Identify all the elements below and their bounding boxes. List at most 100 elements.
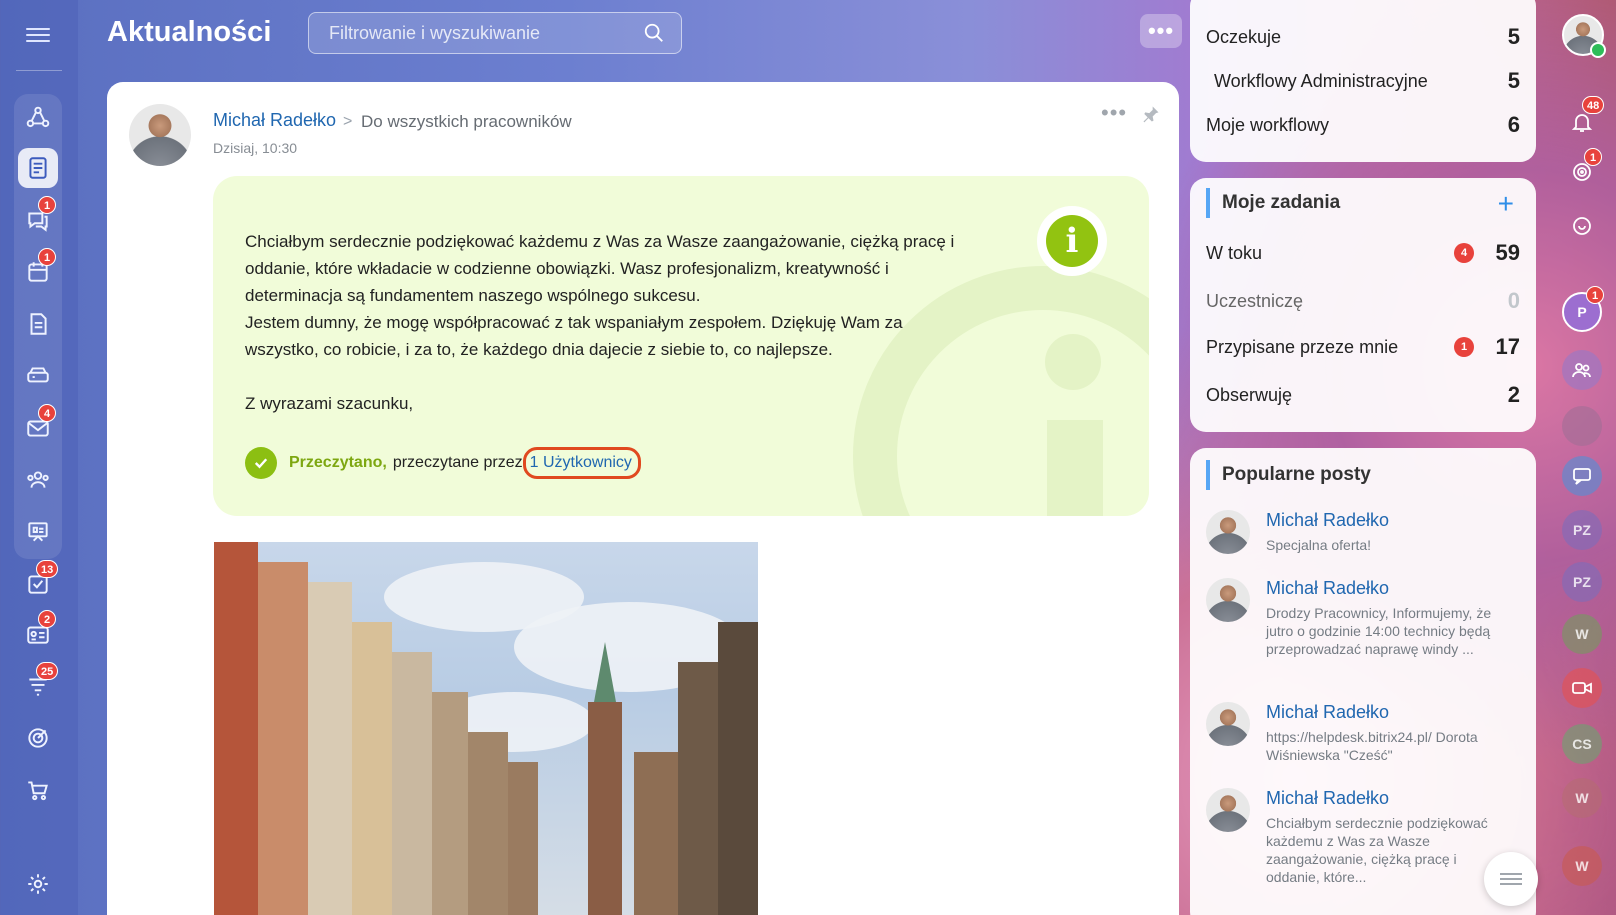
post-date[interactable]: Dzisiaj, 10:30 xyxy=(213,140,297,156)
chat-avatar[interactable] xyxy=(1562,406,1602,446)
drive-icon xyxy=(27,367,49,383)
workflow-row-waiting[interactable]: Oczekuje 5 xyxy=(1206,22,1520,52)
popular-post-text[interactable]: Specjalna oferta! xyxy=(1266,536,1506,554)
task-row-in-progress[interactable]: W toku 4 59 xyxy=(1206,238,1520,268)
sidebar-item-collaboration[interactable] xyxy=(18,98,58,138)
task-row-label: W toku xyxy=(1206,242,1263,263)
menu-icon[interactable] xyxy=(26,24,50,44)
video-camera-icon xyxy=(1572,682,1592,694)
task-row-participating[interactable]: Uczestniczę 0 xyxy=(1206,286,1520,316)
sidebar-item-documents[interactable] xyxy=(18,304,58,344)
add-task-button[interactable]: + xyxy=(1498,188,1514,220)
popular-post-author[interactable]: Michał Radełko xyxy=(1266,702,1389,723)
post-paragraph: Jestem dumny, że mogę współpracować z ta… xyxy=(245,313,903,359)
search-input[interactable] xyxy=(309,13,609,53)
automation-badge: 25 xyxy=(36,662,59,680)
chat-initials: W xyxy=(1575,626,1589,642)
video-call[interactable] xyxy=(1562,668,1602,708)
network-icon xyxy=(26,106,50,128)
chat-w[interactable]: W xyxy=(1562,614,1602,654)
avatar[interactable] xyxy=(1206,510,1250,554)
sidebar-item-settings[interactable] xyxy=(18,864,58,904)
mail-badge: 4 xyxy=(38,404,56,422)
presentation-icon xyxy=(28,522,48,542)
tasks-badge: 13 xyxy=(36,560,59,578)
notifications-button[interactable]: 48 xyxy=(1562,96,1605,142)
read-label: Przeczytano, xyxy=(289,454,387,471)
photo-building xyxy=(468,732,508,915)
goals-button[interactable]: 1 xyxy=(1562,148,1602,192)
messenger-badge: 1 xyxy=(38,196,56,214)
sidebar-item-automation[interactable]: 25 xyxy=(18,662,59,706)
photo-building xyxy=(432,692,468,915)
task-row-count: 59 xyxy=(1495,240,1520,265)
sidebar-item-mail[interactable]: 4 xyxy=(18,404,58,448)
workflow-row-mine[interactable]: Moje workflowy 6 xyxy=(1206,110,1520,140)
workflow-count: 5 xyxy=(1507,68,1520,93)
search-box[interactable] xyxy=(308,12,682,54)
chat-cs[interactable]: CS xyxy=(1562,724,1602,764)
chat-initials: PZ xyxy=(1573,522,1591,538)
more-options-button[interactable]: ••• xyxy=(1140,14,1182,48)
search-icon[interactable] xyxy=(643,22,665,44)
workflows-widget: Oczekuje 5 Workflowy Administracyjne 5 M… xyxy=(1190,0,1536,162)
sidebar-divider xyxy=(16,70,62,71)
popular-post-author[interactable]: Michał Radełko xyxy=(1266,578,1389,599)
info-icon: i xyxy=(1037,206,1107,276)
popular-post-author[interactable]: Michał Radełko xyxy=(1266,788,1389,809)
popular-post-text[interactable]: Drodzy Pracownicy, Informujemy, że jutro… xyxy=(1266,604,1506,658)
chat-w[interactable]: W xyxy=(1562,846,1602,886)
sidebar-item-employees[interactable] xyxy=(18,460,58,500)
post-destination[interactable]: Do wszystkich pracowników xyxy=(361,112,572,132)
my-tasks-widget: Moje zadania + W toku 4 59 Uczestniczę 0… xyxy=(1190,178,1536,432)
popular-posts-title: Popularne posty xyxy=(1206,460,1371,490)
photo-town-hall-tower xyxy=(588,702,622,915)
read-users-link[interactable]: 1 Użytkownicy xyxy=(522,447,641,479)
chat-pz[interactable]: PZ xyxy=(1562,510,1602,550)
list-menu-button[interactable] xyxy=(1484,852,1538,906)
general-chat[interactable] xyxy=(1562,456,1602,496)
task-row-assigned-by-me[interactable]: Przypisane przeze mnie 1 17 xyxy=(1206,332,1520,362)
task-row-following[interactable]: Obserwuję 2 xyxy=(1206,380,1520,410)
popular-post-author[interactable]: Michał Radełko xyxy=(1266,510,1389,531)
avatar[interactable] xyxy=(1206,702,1250,746)
post-signature: Z wyrazami szacunku, xyxy=(245,394,414,413)
avatar[interactable] xyxy=(1206,578,1250,622)
sidebar-item-calendar[interactable]: 1 xyxy=(18,248,58,292)
chat-w[interactable]: W xyxy=(1562,778,1602,818)
author-avatar[interactable] xyxy=(129,104,191,166)
post-image[interactable] xyxy=(214,542,758,915)
group-chat[interactable] xyxy=(1562,350,1602,390)
sidebar-item-crm[interactable]: 2 xyxy=(18,610,58,654)
sidebar-item-feed[interactable] xyxy=(18,148,58,188)
avatar[interactable] xyxy=(1206,788,1250,832)
task-row-label: Przypisane przeze mnie xyxy=(1206,336,1399,357)
sidebar-item-goals[interactable] xyxy=(18,718,58,758)
sidebar-item-messenger[interactable]: 1 xyxy=(18,196,58,240)
pin-icon[interactable] xyxy=(1141,104,1161,124)
task-row-badge: 4 xyxy=(1454,243,1474,263)
task-row-count: 2 xyxy=(1507,382,1520,407)
chat-search-icon xyxy=(1573,217,1591,235)
chevron-right-icon: > xyxy=(343,113,353,130)
search-chat-button[interactable] xyxy=(1562,206,1602,246)
post-menu-button[interactable]: ••• xyxy=(1101,100,1127,126)
my-tasks-title[interactable]: Moje zadania xyxy=(1206,188,1340,218)
online-status-icon xyxy=(1590,42,1606,58)
chat-initials: W xyxy=(1575,858,1589,874)
popular-post-text[interactable]: Chciałbym serdecznie podziękować każdemu… xyxy=(1266,814,1506,886)
workflow-row-admin[interactable]: Workflowy Administracyjne 5 xyxy=(1214,66,1520,96)
photo-building xyxy=(392,652,432,915)
photo-building xyxy=(678,662,718,915)
popular-post-text[interactable]: https://helpdesk.bitrix24.pl/ Dorota Wiś… xyxy=(1266,728,1506,764)
sidebar-item-drive[interactable] xyxy=(18,356,58,396)
news-icon xyxy=(29,157,47,179)
sidebar-item-shop[interactable] xyxy=(18,770,58,810)
sidebar-item-tasks[interactable]: 13 xyxy=(18,560,59,604)
chat-pz[interactable]: PZ xyxy=(1562,562,1602,602)
chat-icon xyxy=(1573,468,1591,485)
sidebar-item-presentation[interactable] xyxy=(18,512,58,552)
post-author-link[interactable]: Michał Radełko xyxy=(213,110,336,131)
photo-building xyxy=(214,542,258,915)
chat-p[interactable]: P 1 xyxy=(1562,286,1604,332)
